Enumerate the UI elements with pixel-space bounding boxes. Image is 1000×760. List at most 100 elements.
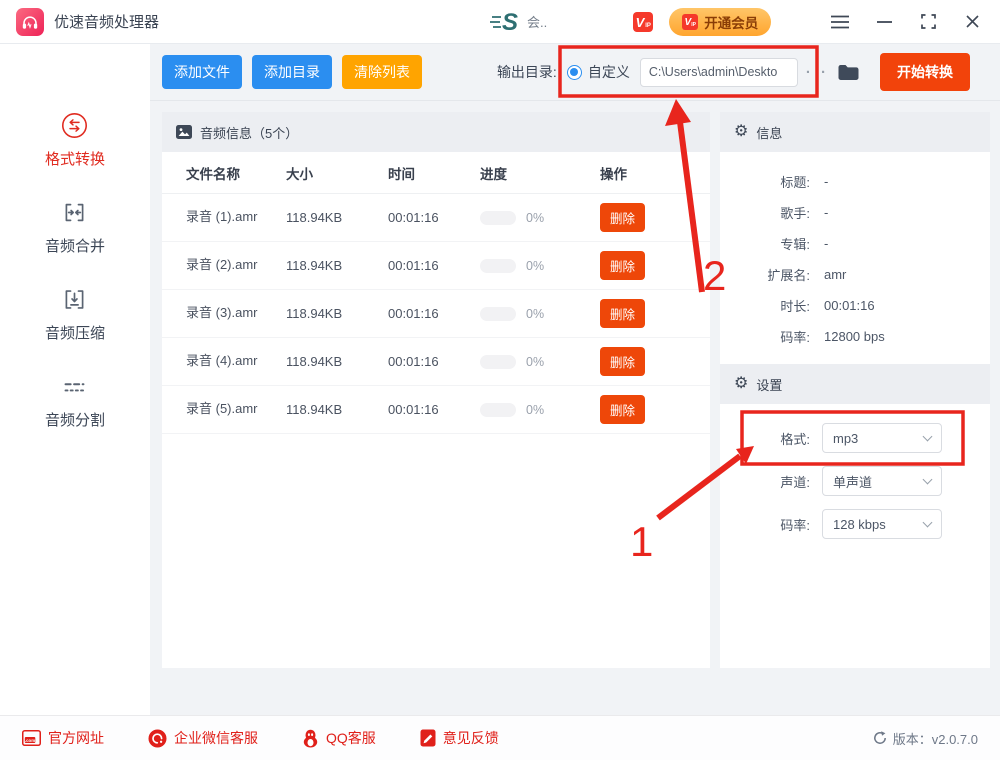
menu-icon[interactable] — [830, 12, 850, 32]
file-duration: 00:01:16 — [388, 258, 439, 273]
version-text: 版本：v2.0.7.0 — [892, 731, 978, 747]
output-directory-label: 输出目录: — [496, 64, 557, 80]
table-row: 录音 (5).amr 118.94KB 00:01:16 0% 删除 — [162, 386, 710, 434]
gear-icon: ⚙ — [734, 123, 749, 140]
bitrate-select[interactable]: 128 kbps — [822, 509, 942, 539]
qq-icon — [303, 729, 318, 747]
path-ellipsis: · · — [805, 63, 829, 81]
vip-mini-icon: V IP — [682, 13, 699, 30]
official-website-link[interactable]: .com 官方网址 — [22, 728, 104, 748]
info-section-header: ⚙ 信息 — [720, 112, 990, 152]
window-controls — [830, 12, 982, 32]
progress-bar — [480, 306, 516, 321]
folder-icon — [838, 64, 859, 80]
info-row-duration: 时长: 00:01:16 — [780, 298, 875, 314]
delete-button[interactable]: 删除 — [600, 395, 646, 424]
feedback-icon — [420, 729, 436, 747]
titlebar-center: S 会.. — [489, 9, 547, 35]
audio-compress-icon — [66, 290, 84, 309]
file-size: 118.94KB — [286, 402, 343, 417]
wechat-work-support-link[interactable]: 企业微信客服 — [148, 728, 258, 748]
toolbar: 添加文件 添加目录 清除列表 输出目录: 自定义 · · 开始转换 — [150, 44, 1000, 101]
bitrate-select-value: 128 kbps — [833, 516, 886, 532]
column-progress: 进度 — [480, 166, 507, 182]
media-list-icon — [176, 125, 192, 139]
vip-badge-icon: V IP — [633, 11, 654, 32]
progress-bar — [480, 402, 516, 417]
version-info: 版本：v2.0.7.0 — [873, 729, 978, 748]
output-directory-group: 输出目录: 自定义 · · 开始转换 — [497, 53, 970, 91]
file-name: 录音 (5).amr — [186, 401, 258, 417]
table-row: 录音 (4).amr 118.94KB 00:01:16 0% 删除 — [162, 338, 710, 386]
titlebar: 优速音频处理器 S 会.. V IP V IP 开通会员 — [0, 0, 1000, 44]
info-row-title: 标题: - — [780, 174, 829, 190]
feedback-link[interactable]: 意见反馈 — [420, 728, 499, 748]
right-panel: ⚙ 信息 标题: - 歌手: - 专辑: - 扩展名: amr 时长: 00:0… — [720, 112, 990, 668]
channel-select[interactable]: 单声道 — [822, 466, 942, 496]
chevron-down-icon — [922, 517, 933, 528]
add-directory-button[interactable]: 添加目录 — [252, 55, 332, 89]
file-size: 118.94KB — [286, 210, 343, 225]
sidebar-item-label: 音频合并 — [44, 238, 105, 255]
progress-cell: 0% — [480, 258, 600, 273]
speed-s-logo-icon: S — [490, 9, 518, 35]
info-title: 信息 — [756, 125, 783, 141]
file-size: 118.94KB — [286, 354, 343, 369]
sidebar-item-audio-compress[interactable]: 音频压缩 — [45, 286, 105, 343]
delete-button[interactable]: 删除 — [600, 251, 646, 280]
custom-radio-label: 自定义 — [587, 64, 630, 80]
column-file-name: 文件名称 — [186, 166, 240, 182]
delete-button[interactable]: 删除 — [600, 347, 646, 376]
sidebar-item-label: 音频压缩 — [44, 325, 105, 342]
app-title: 优速音频处理器 — [54, 14, 160, 31]
start-convert-button[interactable]: 开始转换 — [880, 53, 970, 91]
custom-radio[interactable] — [566, 64, 582, 80]
progress-bar — [480, 258, 516, 273]
sidebar-item-format-convert[interactable]: 格式转换 — [45, 112, 105, 169]
progress-bar — [480, 354, 516, 369]
table-header-row: 文件名称 大小 时间 进度 操作 — [162, 152, 710, 194]
chevron-down-icon — [922, 431, 933, 442]
format-select[interactable]: mp3 — [822, 423, 942, 453]
wechat-work-icon — [148, 729, 167, 747]
setting-row-bitrate: 码率: 128 kbps — [720, 509, 990, 539]
minimize-icon[interactable] — [874, 12, 894, 32]
sidebar-item-audio-merge[interactable]: 音频合并 — [45, 199, 105, 256]
sidebar-item-audio-split[interactable]: 音频分割 — [45, 373, 105, 430]
delete-button[interactable]: 删除 — [600, 203, 646, 232]
sidebar-item-label: 音频分割 — [44, 412, 105, 429]
close-icon[interactable] — [962, 12, 982, 32]
footer: .com 官方网址 企业微信客服 QQ客服 意见反馈 版本：v2.0.7.0 — [0, 715, 1000, 760]
chevron-down-icon — [922, 474, 933, 485]
file-duration: 00:01:16 — [388, 306, 439, 321]
file-duration: 00:01:16 — [388, 354, 439, 369]
maximize-icon[interactable] — [918, 12, 938, 32]
headphones-icon — [22, 15, 38, 29]
info-row-bitrate: 码率: 12800 bps — [780, 329, 885, 345]
output-path-input[interactable] — [639, 57, 798, 87]
table-row: 录音 (2).amr 118.94KB 00:01:16 0% 删除 — [162, 242, 710, 290]
progress-percent: 0% — [526, 354, 545, 369]
settings-list: 格式: mp3 声道: 单声道 码率: 128 kbps — [720, 404, 990, 539]
info-row-album: 专辑: - — [780, 236, 829, 252]
setting-row-format: 格式: mp3 — [720, 423, 990, 453]
clear-list-button[interactable]: 清除列表 — [342, 55, 422, 89]
audio-list-header: 音频信息（5个） — [162, 112, 710, 152]
settings-title: 设置 — [756, 377, 783, 393]
settings-section-header: ⚙ 设置 — [720, 364, 990, 404]
browse-folder-button[interactable] — [837, 64, 860, 81]
member-text: 会.. — [527, 15, 548, 30]
add-file-button[interactable]: 添加文件 — [162, 55, 242, 89]
file-name: 录音 (2).amr — [186, 257, 258, 273]
progress-cell: 0% — [480, 306, 600, 321]
open-vip-button[interactable]: V IP 开通会员 — [669, 7, 772, 36]
progress-percent: 0% — [526, 258, 545, 273]
file-size: 118.94KB — [286, 258, 343, 273]
qq-support-link[interactable]: QQ客服 — [302, 728, 376, 748]
delete-button[interactable]: 删除 — [600, 299, 646, 328]
progress-cell: 0% — [480, 402, 600, 417]
table-row: 录音 (1).amr 118.94KB 00:01:16 0% 删除 — [162, 194, 710, 242]
progress-percent: 0% — [526, 402, 545, 417]
audio-list-title: 音频信息（5个） — [200, 125, 299, 141]
progress-cell: 0% — [480, 354, 600, 369]
